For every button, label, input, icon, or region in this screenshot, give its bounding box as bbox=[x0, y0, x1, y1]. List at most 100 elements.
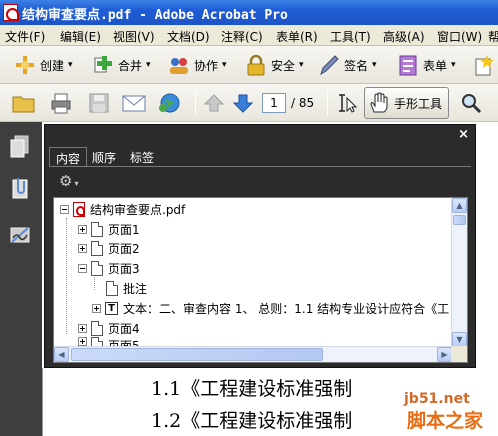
menu-document[interactable]: 文档(D) bbox=[167, 28, 210, 45]
hand-tool-button[interactable]: 手形工具 bbox=[364, 87, 450, 119]
file-toolbar: 1 / 85 手形工具 bbox=[0, 84, 498, 122]
forms-label: 表单 bbox=[423, 58, 448, 73]
menu-bar: 文件(F) 编辑(E) 视图(V) 文档(D) 注释(C) 表单(R) 工具(T… bbox=[0, 25, 498, 46]
tree-item-page1[interactable]: 页面1 bbox=[78, 219, 140, 239]
create-label: 创建 bbox=[40, 58, 65, 73]
toolbar-separator bbox=[195, 90, 196, 116]
combine-icon bbox=[92, 54, 114, 76]
combine-label: 合并 bbox=[118, 58, 143, 73]
tree-root[interactable]: 结构审查要点.pdf bbox=[60, 199, 185, 219]
more-tasks-button[interactable] bbox=[472, 50, 498, 80]
tab-content[interactable]: 内容 bbox=[49, 147, 88, 167]
vertical-scrollbar[interactable]: ▲ ▼ bbox=[451, 198, 467, 347]
attachments-nav-button[interactable] bbox=[9, 176, 31, 202]
collapse-icon[interactable] bbox=[78, 263, 87, 273]
zoom-button[interactable] bbox=[460, 88, 486, 118]
tree-item-page2[interactable]: 页面2 bbox=[78, 238, 140, 258]
magnifier-icon bbox=[460, 92, 482, 114]
horizontal-scrollbar[interactable]: ◀ ▶ bbox=[54, 346, 452, 362]
sign-button[interactable]: 签名 ▾ bbox=[318, 50, 377, 80]
tree-guide bbox=[66, 218, 67, 334]
open-button[interactable] bbox=[12, 88, 38, 118]
chevron-down-icon: ▾ bbox=[372, 60, 377, 70]
scroll-left-icon[interactable]: ◀ bbox=[54, 347, 69, 362]
printer-icon bbox=[50, 92, 72, 114]
menu-tools[interactable]: 工具(T) bbox=[330, 28, 371, 45]
collaborate-button[interactable]: 协作 ▾ bbox=[168, 50, 227, 80]
chevron-down-icon: ▾ bbox=[68, 60, 73, 70]
tree-item-page3[interactable]: 页面3 bbox=[78, 258, 140, 278]
chevron-down-icon: ▾ bbox=[451, 60, 456, 70]
tree-item-label: 页面2 bbox=[108, 241, 140, 256]
menu-window[interactable]: 窗口(W) bbox=[437, 28, 482, 45]
tab-order[interactable]: 顺序 bbox=[86, 147, 122, 167]
create-button[interactable]: 创建 ▾ bbox=[14, 50, 73, 80]
tree-item-label: 批注 bbox=[123, 281, 148, 296]
email-button[interactable] bbox=[122, 88, 148, 118]
expand-icon[interactable] bbox=[78, 323, 87, 333]
create-icon bbox=[14, 54, 36, 76]
navigation-pane bbox=[0, 122, 42, 436]
toolbar-separator bbox=[327, 90, 328, 116]
save-button[interactable] bbox=[88, 88, 114, 118]
save-disk-icon bbox=[88, 92, 110, 114]
close-icon[interactable]: × bbox=[458, 127, 469, 142]
pen-icon bbox=[318, 54, 340, 76]
collaborate-icon bbox=[168, 54, 190, 76]
folder-icon bbox=[12, 92, 35, 114]
combine-button[interactable]: 合并 ▾ bbox=[92, 50, 151, 80]
tree-item-label: 文本：二、审查内容 1、 总则：1.1 结构专业设计应符合《工 bbox=[123, 301, 450, 316]
tree-item-label: 页面4 bbox=[108, 321, 140, 336]
expand-icon[interactable] bbox=[78, 224, 87, 234]
page-icon bbox=[91, 240, 103, 256]
page-number-group: 1 / 85 bbox=[262, 90, 314, 116]
select-tool-button[interactable] bbox=[335, 88, 361, 118]
form-icon bbox=[397, 54, 419, 76]
menu-forms[interactable]: 表单(R) bbox=[276, 28, 318, 45]
menu-file[interactable]: 文件(F) bbox=[5, 28, 45, 45]
envelope-icon bbox=[122, 92, 146, 114]
tab-tags[interactable]: 标签 bbox=[124, 147, 160, 167]
text-icon: T bbox=[105, 301, 118, 315]
tree-item-annotations[interactable]: 批注 bbox=[106, 278, 147, 298]
menu-view[interactable]: 视图(V) bbox=[113, 28, 155, 45]
pages-icon bbox=[10, 135, 29, 158]
pages-nav-button[interactable] bbox=[9, 134, 31, 160]
scroll-right-icon[interactable]: ▶ bbox=[437, 347, 452, 362]
collaborate-label: 协作 bbox=[194, 58, 219, 73]
tree-item-page4[interactable]: 页面4 bbox=[78, 318, 140, 338]
menu-edit[interactable]: 编辑(E) bbox=[60, 28, 101, 45]
next-page-button[interactable] bbox=[232, 88, 258, 118]
text-cursor-icon bbox=[335, 92, 358, 114]
collapse-icon[interactable] bbox=[60, 204, 69, 214]
expand-icon[interactable] bbox=[78, 243, 87, 253]
vertical-scroll-thumb[interactable] bbox=[453, 215, 466, 225]
previous-page-button[interactable] bbox=[203, 88, 229, 118]
menu-help[interactable]: 帮 bbox=[488, 28, 498, 45]
gear-icon: ⚙ bbox=[59, 172, 73, 190]
content-panel: × 内容 顺序 标签 ⚙ ▾ 结构审查要点.pdf 页面1 页面2 页面3 批注… bbox=[44, 124, 476, 368]
page-number-input[interactable]: 1 bbox=[262, 93, 286, 113]
secure-label: 安全 bbox=[271, 58, 296, 73]
arrow-up-icon bbox=[203, 92, 225, 114]
chevron-down-icon: ▾ bbox=[74, 179, 79, 188]
hand-icon bbox=[368, 92, 390, 114]
hand-tool-label: 手形工具 bbox=[394, 96, 443, 111]
menu-comments[interactable]: 注释(C) bbox=[221, 28, 263, 45]
signatures-nav-button[interactable] bbox=[9, 222, 31, 248]
forms-button[interactable]: 表单 ▾ bbox=[397, 50, 456, 80]
options-button[interactable]: ⚙ ▾ bbox=[59, 172, 78, 190]
menu-advanced[interactable]: 高级(A) bbox=[383, 28, 425, 45]
scroll-up-icon[interactable]: ▲ bbox=[452, 198, 467, 213]
secure-button[interactable]: 安全 ▾ bbox=[245, 50, 304, 80]
scroll-down-icon[interactable]: ▼ bbox=[452, 332, 467, 347]
expand-icon[interactable] bbox=[78, 337, 87, 346]
tree-item-text[interactable]: T 文本：二、审查内容 1、 总则：1.1 结构专业设计应符合《工 bbox=[92, 298, 449, 318]
signature-icon bbox=[10, 227, 30, 243]
print-button[interactable] bbox=[50, 88, 76, 118]
expand-icon[interactable] bbox=[92, 303, 101, 313]
horizontal-scroll-thumb[interactable] bbox=[71, 348, 323, 361]
web-button[interactable] bbox=[158, 88, 184, 118]
window-title: 结构审查要点.pdf - Adobe Acrobat Pro bbox=[22, 8, 288, 23]
pdf-file-icon bbox=[73, 201, 85, 217]
